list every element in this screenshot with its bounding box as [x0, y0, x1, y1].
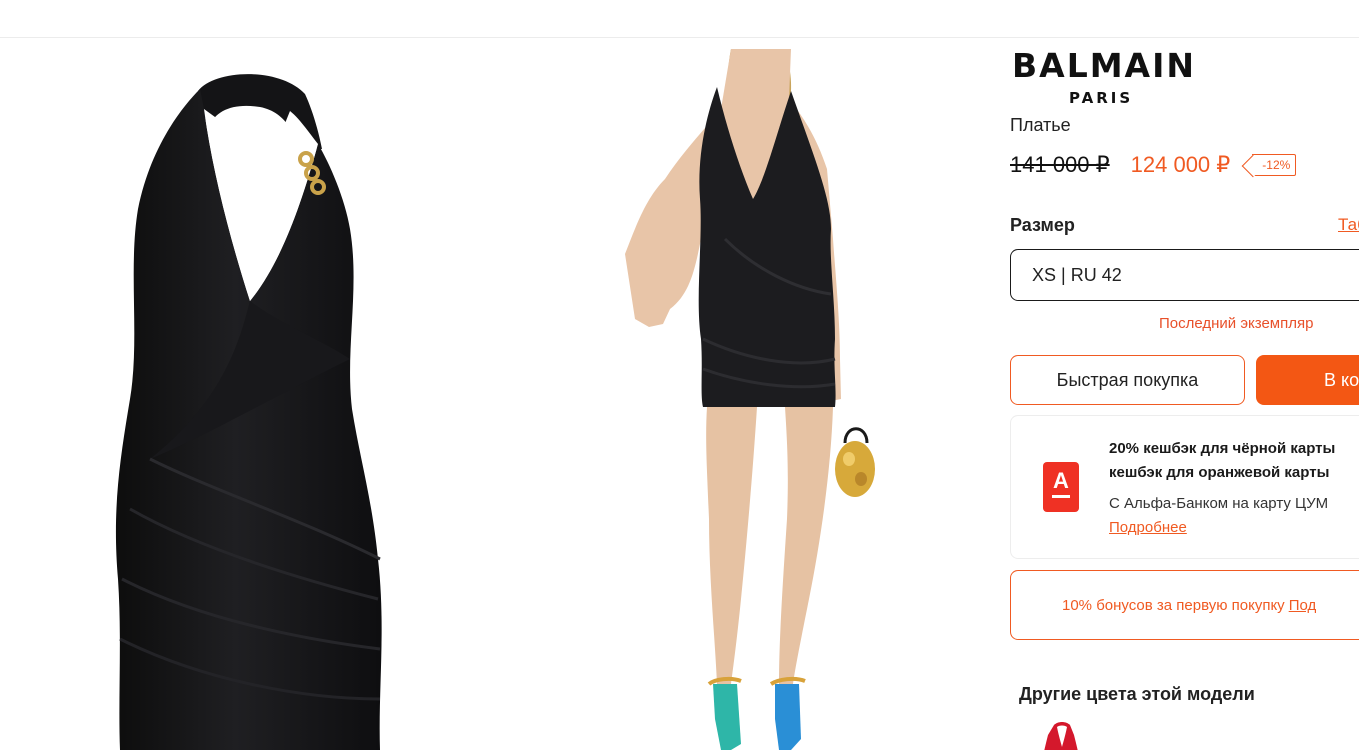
top-navigation-bar [0, 0, 1359, 38]
product-flat-lay-image[interactable] [0, 39, 495, 750]
bonus-link[interactable]: Под [1289, 597, 1317, 614]
selected-size: XS | RU 42 [1032, 264, 1122, 285]
quick-buy-label: Быстрая покупка [1056, 369, 1199, 390]
bank-promo-card: A 20% кешбэк для чёрной карты кешбэк для… [1010, 415, 1359, 559]
stock-note: Последний экземпляр [1159, 315, 1314, 332]
promo-headline-2: кешбэк для оранжевой карты [1109, 464, 1330, 481]
other-colors-title: Другие цвета этой модели [1019, 684, 1255, 704]
add-to-cart-label: В ко [1324, 369, 1359, 390]
quick-buy-button[interactable]: Быстрая покупка [1010, 355, 1245, 405]
brand-subtitle: PARIS [1069, 89, 1134, 107]
current-price: 124 000 ₽ [1130, 152, 1231, 177]
first-purchase-bonus-banner[interactable]: 10% бонусов за первую покупку Под [1010, 570, 1359, 640]
discount-badge: -12% [1252, 154, 1297, 176]
black-halter-dress-icon [115, 74, 382, 750]
size-label: Размер [1010, 215, 1075, 235]
brand-logo[interactable]: BALMAIN PARIS [1010, 49, 1200, 109]
alfa-bank-logo-icon: A [1043, 462, 1079, 512]
model-in-black-dress-icon [625, 49, 875, 750]
color-variant-red-swatch[interactable] [1040, 721, 1082, 750]
red-dress-thumbnail-icon [1044, 722, 1078, 750]
promo-headline-1: 20% кешбэк для чёрной карты [1109, 440, 1336, 457]
product-gallery [0, 39, 990, 750]
discount-value: -12% [1262, 158, 1291, 172]
product-info-panel: BALMAIN PARIS Платье 141 000 ₽ 124 000 ₽… [1010, 39, 1359, 750]
old-price: 141 000 ₽ [1010, 152, 1110, 177]
size-select[interactable]: XS | RU 42 [1010, 249, 1359, 301]
promo-description: С Альфа-Банком на карту ЦУМ [1109, 495, 1329, 512]
add-to-cart-button[interactable]: В ко [1256, 355, 1359, 405]
bonus-text: 10% бонусов за первую покупку [1062, 596, 1285, 614]
promo-more-link[interactable]: Подробнее [1109, 519, 1187, 536]
price-row: 141 000 ₽ 124 000 ₽ -12% [1010, 152, 1297, 178]
size-table-link[interactable]: Таб [1338, 215, 1359, 235]
brand-name: BALMAIN [1012, 46, 1196, 85]
nav-text-fragments [0, 0, 1359, 6]
product-type: Платье [1010, 115, 1071, 135]
product-model-image[interactable] [495, 39, 990, 750]
